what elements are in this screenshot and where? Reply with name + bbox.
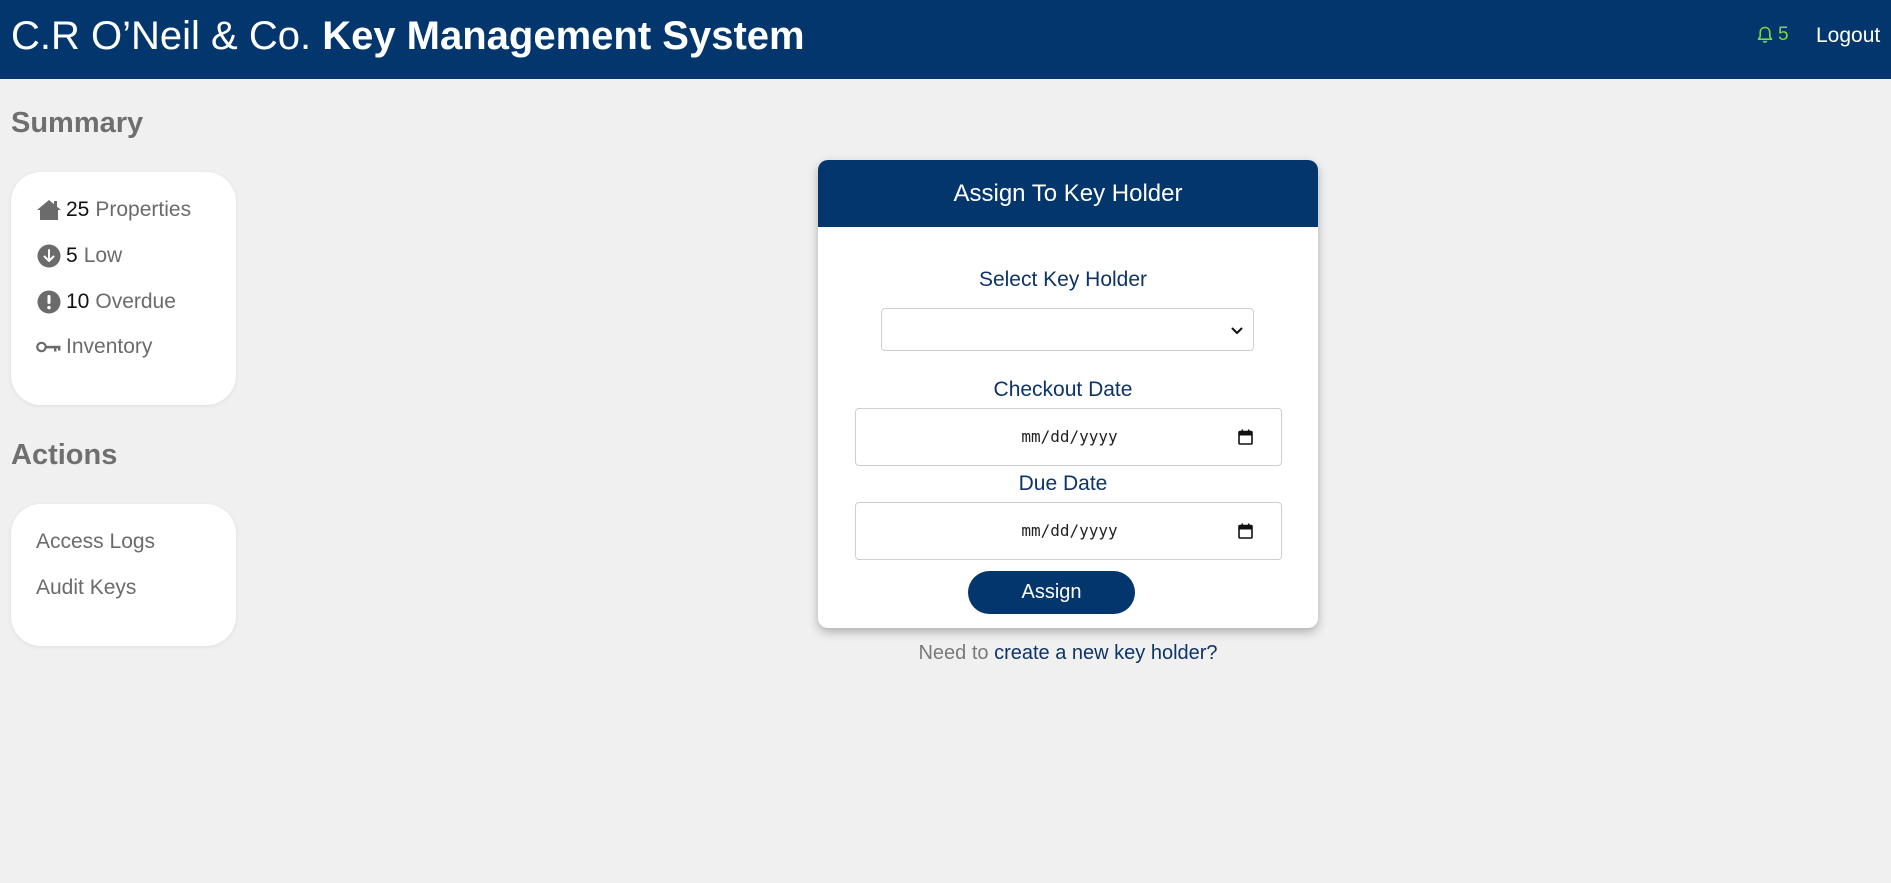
exclamation-circle-icon: [36, 289, 62, 315]
footer-prefix: Need to: [918, 642, 989, 664]
summary-card: 25 Properties 5 Low 10 Overdue Inventory: [11, 172, 236, 405]
chevron-down-icon: [1231, 323, 1243, 341]
summary-heading: Summary: [11, 107, 144, 139]
key-icon: [36, 334, 62, 360]
create-key-holder-note: Need to create a new key holder?: [818, 640, 1318, 666]
create-key-holder-link[interactable]: create a new key holder?: [994, 642, 1217, 664]
low-count: 5: [66, 244, 78, 267]
key-holder-select[interactable]: [881, 308, 1254, 351]
app-title: C.R O’Neil & Co. Key Management System: [11, 13, 805, 59]
checkout-date-input[interactable]: mm/dd/yyyy: [855, 408, 1282, 466]
arrow-down-circle-icon: [36, 243, 62, 269]
properties-count: 25: [66, 198, 90, 221]
due-date-placeholder: mm/dd/yyyy: [1021, 521, 1118, 540]
key-holder-label: Select Key Holder: [978, 268, 1148, 291]
house-icon: [36, 197, 62, 223]
checkout-date-placeholder: mm/dd/yyyy: [1021, 427, 1118, 446]
calendar-icon[interactable]: [1238, 429, 1253, 450]
logout-link[interactable]: Logout: [1816, 24, 1880, 48]
actions-heading: Actions: [11, 439, 118, 471]
summary-item-properties[interactable]: 25 Properties: [36, 195, 191, 225]
panel-title: Assign To Key Holder: [818, 160, 1318, 227]
summary-item-low[interactable]: 5 Low: [36, 241, 122, 271]
overdue-count: 10: [66, 290, 90, 313]
company-name: C.R O’Neil & Co.: [11, 14, 312, 58]
summary-item-inventory[interactable]: Inventory: [36, 332, 152, 362]
checkout-date-label: Checkout Date: [993, 378, 1133, 401]
low-label: Low: [83, 244, 123, 267]
summary-item-overdue[interactable]: 10 Overdue: [36, 287, 176, 317]
bell-icon: [1757, 26, 1773, 44]
overdue-label: Overdue: [95, 290, 176, 313]
assign-button[interactable]: Assign: [968, 571, 1135, 614]
assign-panel: Assign To Key Holder Select Key Holder C…: [818, 160, 1318, 628]
inventory-label: Inventory: [66, 335, 153, 358]
access-logs-link[interactable]: Access Logs: [36, 528, 155, 556]
audit-keys-link[interactable]: Audit Keys: [36, 574, 136, 602]
due-date-label: Due Date: [1018, 472, 1108, 495]
top-bar: C.R O’Neil & Co. Key Management System 5…: [0, 0, 1891, 79]
due-date-input[interactable]: mm/dd/yyyy: [855, 502, 1282, 560]
app-name: Key Management System: [322, 14, 805, 58]
properties-label: Properties: [95, 198, 192, 221]
calendar-icon[interactable]: [1238, 523, 1253, 544]
actions-card: Access Logs Audit Keys: [11, 504, 236, 646]
notification-count: 5: [1778, 24, 1789, 45]
notifications-button[interactable]: 5: [1757, 23, 1789, 47]
